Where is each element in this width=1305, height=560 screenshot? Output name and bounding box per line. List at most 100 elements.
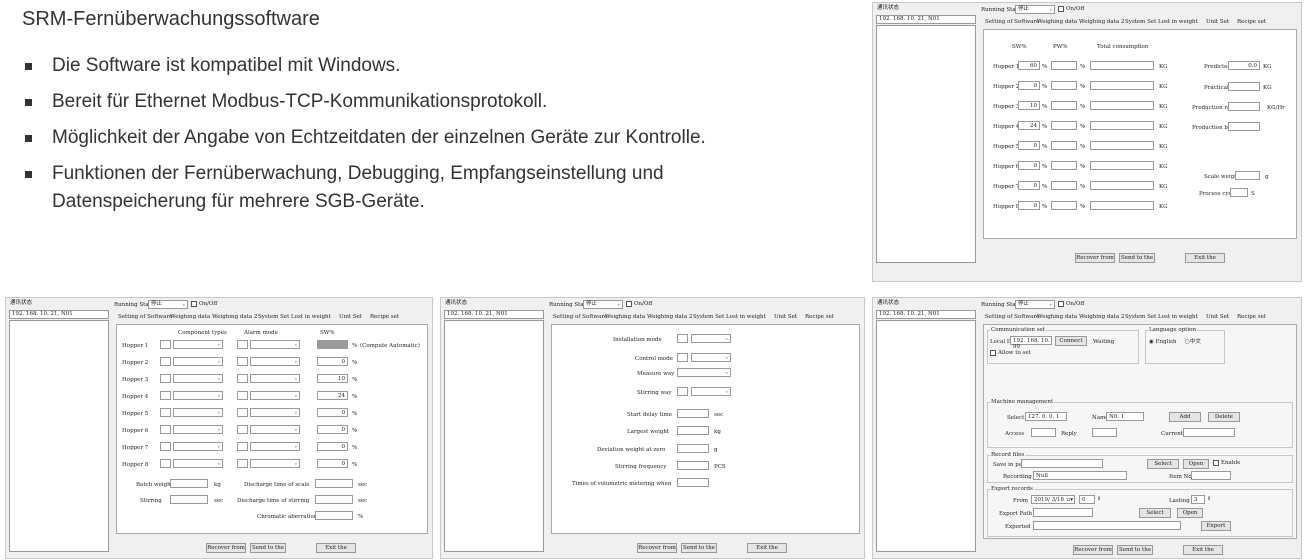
hopper-sw-field[interactable]: 0 [317,459,348,468]
device-list[interactable] [876,25,976,263]
tab-lost[interactable]: Lost in weight [726,314,766,321]
tab-weighing[interactable]: Weighing data [170,314,210,321]
hopper-total-field[interactable] [1090,121,1154,130]
exit-button[interactable]: Exit the [1183,545,1223,555]
calendar-dropdown-icon[interactable]: ▫▾ [1067,497,1074,503]
tab-unit[interactable]: Unit Set [1206,314,1229,321]
connect-button[interactable]: Connect [1055,336,1087,346]
hopper-pw-field[interactable] [1051,141,1077,150]
component-select[interactable] [173,442,223,451]
hopper-total-field[interactable] [1090,61,1154,70]
hopper-total-field[interactable] [1090,81,1154,90]
allow-set-checkbox[interactable] [990,350,996,356]
recover-button[interactable]: Recover from [206,543,246,553]
component-select[interactable] [173,459,223,468]
largest-weight-field[interactable] [677,426,709,435]
hopper-pw-field[interactable] [1051,61,1077,70]
tab-recipe[interactable]: Recipe set [805,314,834,321]
onoff-checkbox[interactable] [191,301,197,307]
status-dropdown[interactable]: 停止 [1015,5,1055,14]
component-box[interactable] [160,357,171,366]
component-select[interactable] [173,340,223,349]
batch-weight-field[interactable] [170,479,208,488]
tab-weighing[interactable]: Weighing data [1037,19,1077,26]
process-cycle-field[interactable] [1230,188,1248,197]
installation-mode-select[interactable] [691,334,731,343]
tab-lost[interactable]: Lost in weight [1158,19,1198,26]
component-select[interactable] [173,391,223,400]
hopper-sw-field[interactable]: 10 [1018,101,1040,110]
tab-unit[interactable]: Unit Set [339,314,362,321]
scale-weight-field[interactable] [1235,171,1260,180]
send-button[interactable]: Send to the [1117,545,1153,555]
component-select[interactable] [173,357,223,366]
alarm-box[interactable] [237,408,248,417]
component-box[interactable] [160,340,171,349]
add-button[interactable]: Add [1169,412,1201,422]
tab-weighing2[interactable]: Weighing data 2 [212,314,257,321]
item-no-field[interactable] [1191,471,1231,480]
exit-button[interactable]: Exit the [316,543,356,553]
tab-weighing[interactable]: Weighing data [605,314,645,321]
hopper-pw-field[interactable] [1051,121,1077,130]
exit-button[interactable]: Exit the [1185,253,1225,263]
stirring-freq-field[interactable] [677,461,709,470]
open-path-button[interactable]: Open [1183,459,1209,469]
tab-unit[interactable]: Unit Set [1206,19,1229,26]
tab-weighing[interactable]: Weighing data [1037,314,1077,321]
hopper-sw-field[interactable]: 0 [317,408,348,417]
deviation-field[interactable] [677,444,709,453]
tab-weighing2[interactable]: Weighing data 2 [647,314,692,321]
hopper-sw-field[interactable]: 24 [1018,121,1040,130]
delete-button[interactable]: Delete [1208,412,1240,422]
export-button[interactable]: Export [1201,521,1231,531]
stirring-way-select[interactable] [691,387,731,396]
hopper-sw-field[interactable]: 10 [317,374,348,383]
alarm-box[interactable] [237,391,248,400]
hopper-pw-field[interactable] [1051,81,1077,90]
lasting-spinner-icon[interactable]: ⇕ [1207,497,1211,502]
export-select-button[interactable]: Select [1139,508,1171,518]
tab-recipe[interactable]: Recipe set [1237,314,1266,321]
hopper-sw-field[interactable]: 0 [317,425,348,434]
hopper-total-field[interactable] [1090,101,1154,110]
prod-rate-field[interactable] [1228,102,1260,111]
recording-field[interactable]: Null [1033,471,1127,480]
tab-lost[interactable]: Lost in weight [291,314,331,321]
hour-spinner-icon[interactable]: ⇕ [1097,497,1101,502]
alarm-box[interactable] [237,340,248,349]
chromatic-field[interactable] [315,511,353,520]
alarm-select[interactable] [250,425,300,434]
predicted-field[interactable]: 0.0 [1228,61,1260,70]
hopper-total-field[interactable] [1090,181,1154,190]
hopper-sw-field[interactable]: 0 [1018,181,1040,190]
discharge-scale-field[interactable] [315,479,353,488]
local-ip-field[interactable]: 192. 168. 10. 99 [1010,336,1052,350]
save-path-field[interactable] [1021,459,1103,468]
reply-field[interactable] [1092,428,1117,437]
tab-lost[interactable]: Lost in weight [1158,314,1198,321]
installation-mode-box[interactable] [677,334,688,343]
tab-system[interactable]: System Set [1125,19,1156,26]
current-field[interactable] [1183,428,1235,437]
hopper-sw-field[interactable]: 0 [317,442,348,451]
control-mode-box[interactable] [677,353,688,362]
component-box[interactable] [160,374,171,383]
component-box[interactable] [160,391,171,400]
hopper-sw-field[interactable]: 0 [1018,161,1040,170]
exported-field[interactable] [1033,521,1181,530]
tab-unit[interactable]: Unit Set [774,314,797,321]
hopper-sw-field[interactable]: 0 [1018,201,1040,210]
radio-chinese[interactable]: ○中文 [1185,339,1201,346]
hopper-total-field[interactable] [1090,161,1154,170]
device-list[interactable] [876,320,976,552]
alarm-select[interactable] [250,391,300,400]
alarm-box[interactable] [237,459,248,468]
radio-english[interactable]: ◉ English [1149,339,1177,346]
hopper-pw-field[interactable] [1051,181,1077,190]
device-ip-field[interactable]: 192. 168. 10. 21, N01 [444,310,544,319]
enable-checkbox[interactable] [1213,460,1219,466]
device-list[interactable] [9,320,109,552]
device-ip-field[interactable]: 192. 168. 10. 21, N01 [9,310,109,319]
alarm-select[interactable] [250,442,300,451]
